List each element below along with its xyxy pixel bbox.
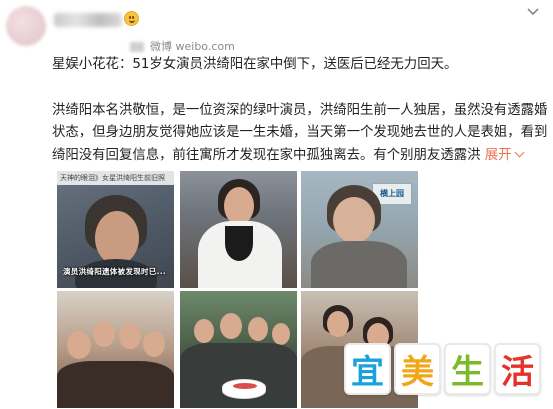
timestamp-blurred (130, 42, 144, 52)
image-figure-face (67, 331, 91, 359)
post-image-4[interactable] (57, 291, 174, 408)
image-figure-face (95, 211, 139, 265)
post-image-2[interactable] (180, 171, 297, 288)
image-figure-face (220, 313, 242, 339)
watermark-char: 宜 (344, 343, 391, 395)
image-figure-inner (225, 226, 253, 261)
image-figure-face (194, 319, 214, 343)
image-figure-face (248, 317, 268, 341)
image-figure-face (143, 331, 165, 357)
headline-prefix: 星娱小花花： (52, 57, 133, 72)
image-caption: 天神的眼泪》女星洪绮阳生前旧照 (57, 171, 174, 185)
image-figure-face (224, 187, 254, 225)
post-image-1[interactable]: 天神的眼泪》女星洪绮阳生前旧照 演员洪绮阳遗体被发现时已... (57, 171, 174, 288)
body-line: 洪绮阳本名洪敬恒，是一位资深的绿叶演员，洪绮阳生前一人独居，虽然没有透露婚姻 (52, 103, 547, 118)
image-figure-face (272, 323, 290, 345)
smile-emoji-icon (124, 11, 139, 26)
image-figure-body (311, 241, 407, 288)
headline-text: 51岁女演员洪绮阳在家中倒下，送医后已经无力回天。 (132, 57, 458, 72)
post-image-3[interactable]: 横上园 (301, 171, 418, 288)
weibo-post: 微博 weibo.com 星娱小花花：51岁女演员洪绮阳在家中倒下，送医后已经无… (0, 0, 553, 409)
author-avatar[interactable] (6, 6, 46, 46)
expand-chevron-icon (514, 147, 524, 158)
body-line: 状态，但身边朋友觉得她应该是一生未婚，当天第一个发现她去世的人是表姐，看到洪 (52, 125, 547, 141)
image-figure-face (93, 321, 115, 347)
image-figure-face (119, 323, 141, 349)
chevron-down-icon[interactable] (525, 6, 541, 18)
author-name-blurred[interactable] (54, 13, 122, 27)
watermark-char: 活 (494, 343, 541, 395)
watermark-char: 美 (394, 343, 441, 395)
source-label: 微博 weibo.com (150, 40, 235, 53)
image-figure-face (327, 311, 349, 337)
image-figure-face (333, 197, 375, 243)
brand-watermark: 宜 美 生 活 (344, 343, 541, 395)
expand-link[interactable]: 展开 (481, 147, 524, 163)
post-source: 微博 weibo.com (130, 38, 235, 54)
watermark-char: 生 (444, 343, 491, 395)
post-body: 洪绮阳本名洪敬恒，是一位资深的绿叶演员，洪绮阳生前一人独居，虽然没有透露婚姻 状… (52, 100, 547, 167)
body-line: 绮阳没有回复信息，前往寓所才发现在家中孤独离去。有个别朋友透露洪 展开 (52, 145, 547, 167)
post-image-5[interactable] (180, 291, 297, 408)
post-headline: 星娱小花花：51岁女演员洪绮阳在家中倒下，送医后已经无力回天。 (52, 56, 542, 74)
birthday-cake (222, 379, 266, 399)
image-subtitle: 演员洪绮阳遗体被发现时已... (63, 267, 167, 276)
image-group-bodies (57, 361, 174, 408)
